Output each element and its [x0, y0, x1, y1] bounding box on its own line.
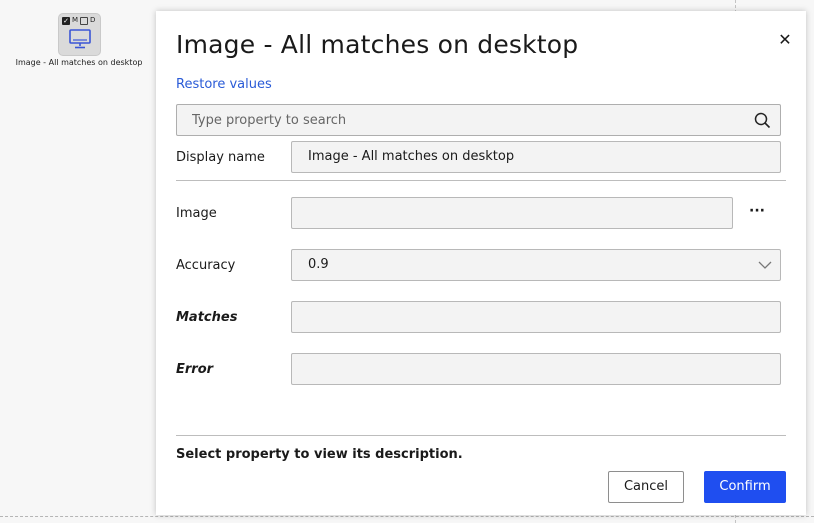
monitor-icon	[69, 29, 91, 49]
restore-values-link[interactable]: Restore values	[176, 77, 272, 92]
activity-node[interactable]: ✓ M D	[58, 13, 101, 56]
checkbox-empty-icon	[80, 16, 89, 25]
search-input[interactable]	[177, 105, 747, 135]
footer-divider	[176, 435, 786, 436]
properties-dialog: Image - All matches on desktop ✕ Restore…	[156, 11, 806, 515]
chevron-down-icon[interactable]	[758, 261, 772, 270]
image-label: Image	[176, 206, 217, 221]
confirm-button[interactable]: Confirm	[704, 471, 786, 503]
accuracy-select[interactable]: 0.9	[291, 249, 781, 281]
checkbox-checked-icon: ✓	[62, 16, 70, 25]
header-divider	[176, 180, 786, 181]
property-search	[176, 104, 781, 136]
cancel-button[interactable]: Cancel	[608, 471, 684, 503]
matches-label: Matches	[176, 310, 238, 325]
display-name-field[interactable]: Image - All matches on desktop	[291, 141, 781, 173]
property-description: Select property to view its description.	[176, 447, 463, 462]
display-name-label: Display name	[176, 150, 265, 165]
image-browse-button[interactable]: ···	[746, 204, 768, 222]
accuracy-label: Accuracy	[176, 258, 236, 273]
matches-field[interactable]	[291, 301, 781, 333]
activity-caption: Image - All matches on desktop	[15, 58, 143, 67]
error-field[interactable]	[291, 353, 781, 385]
badge-m: M	[72, 16, 79, 24]
error-label: Error	[176, 362, 214, 377]
dialog-title: Image - All matches on desktop	[176, 30, 579, 59]
close-icon[interactable]: ✕	[776, 31, 794, 49]
badge-d: D	[90, 16, 96, 24]
search-icon[interactable]	[754, 112, 771, 129]
activity-badges: ✓ M D	[62, 16, 95, 25]
canvas-boundary-bottom	[0, 516, 814, 517]
image-field[interactable]	[291, 197, 733, 229]
